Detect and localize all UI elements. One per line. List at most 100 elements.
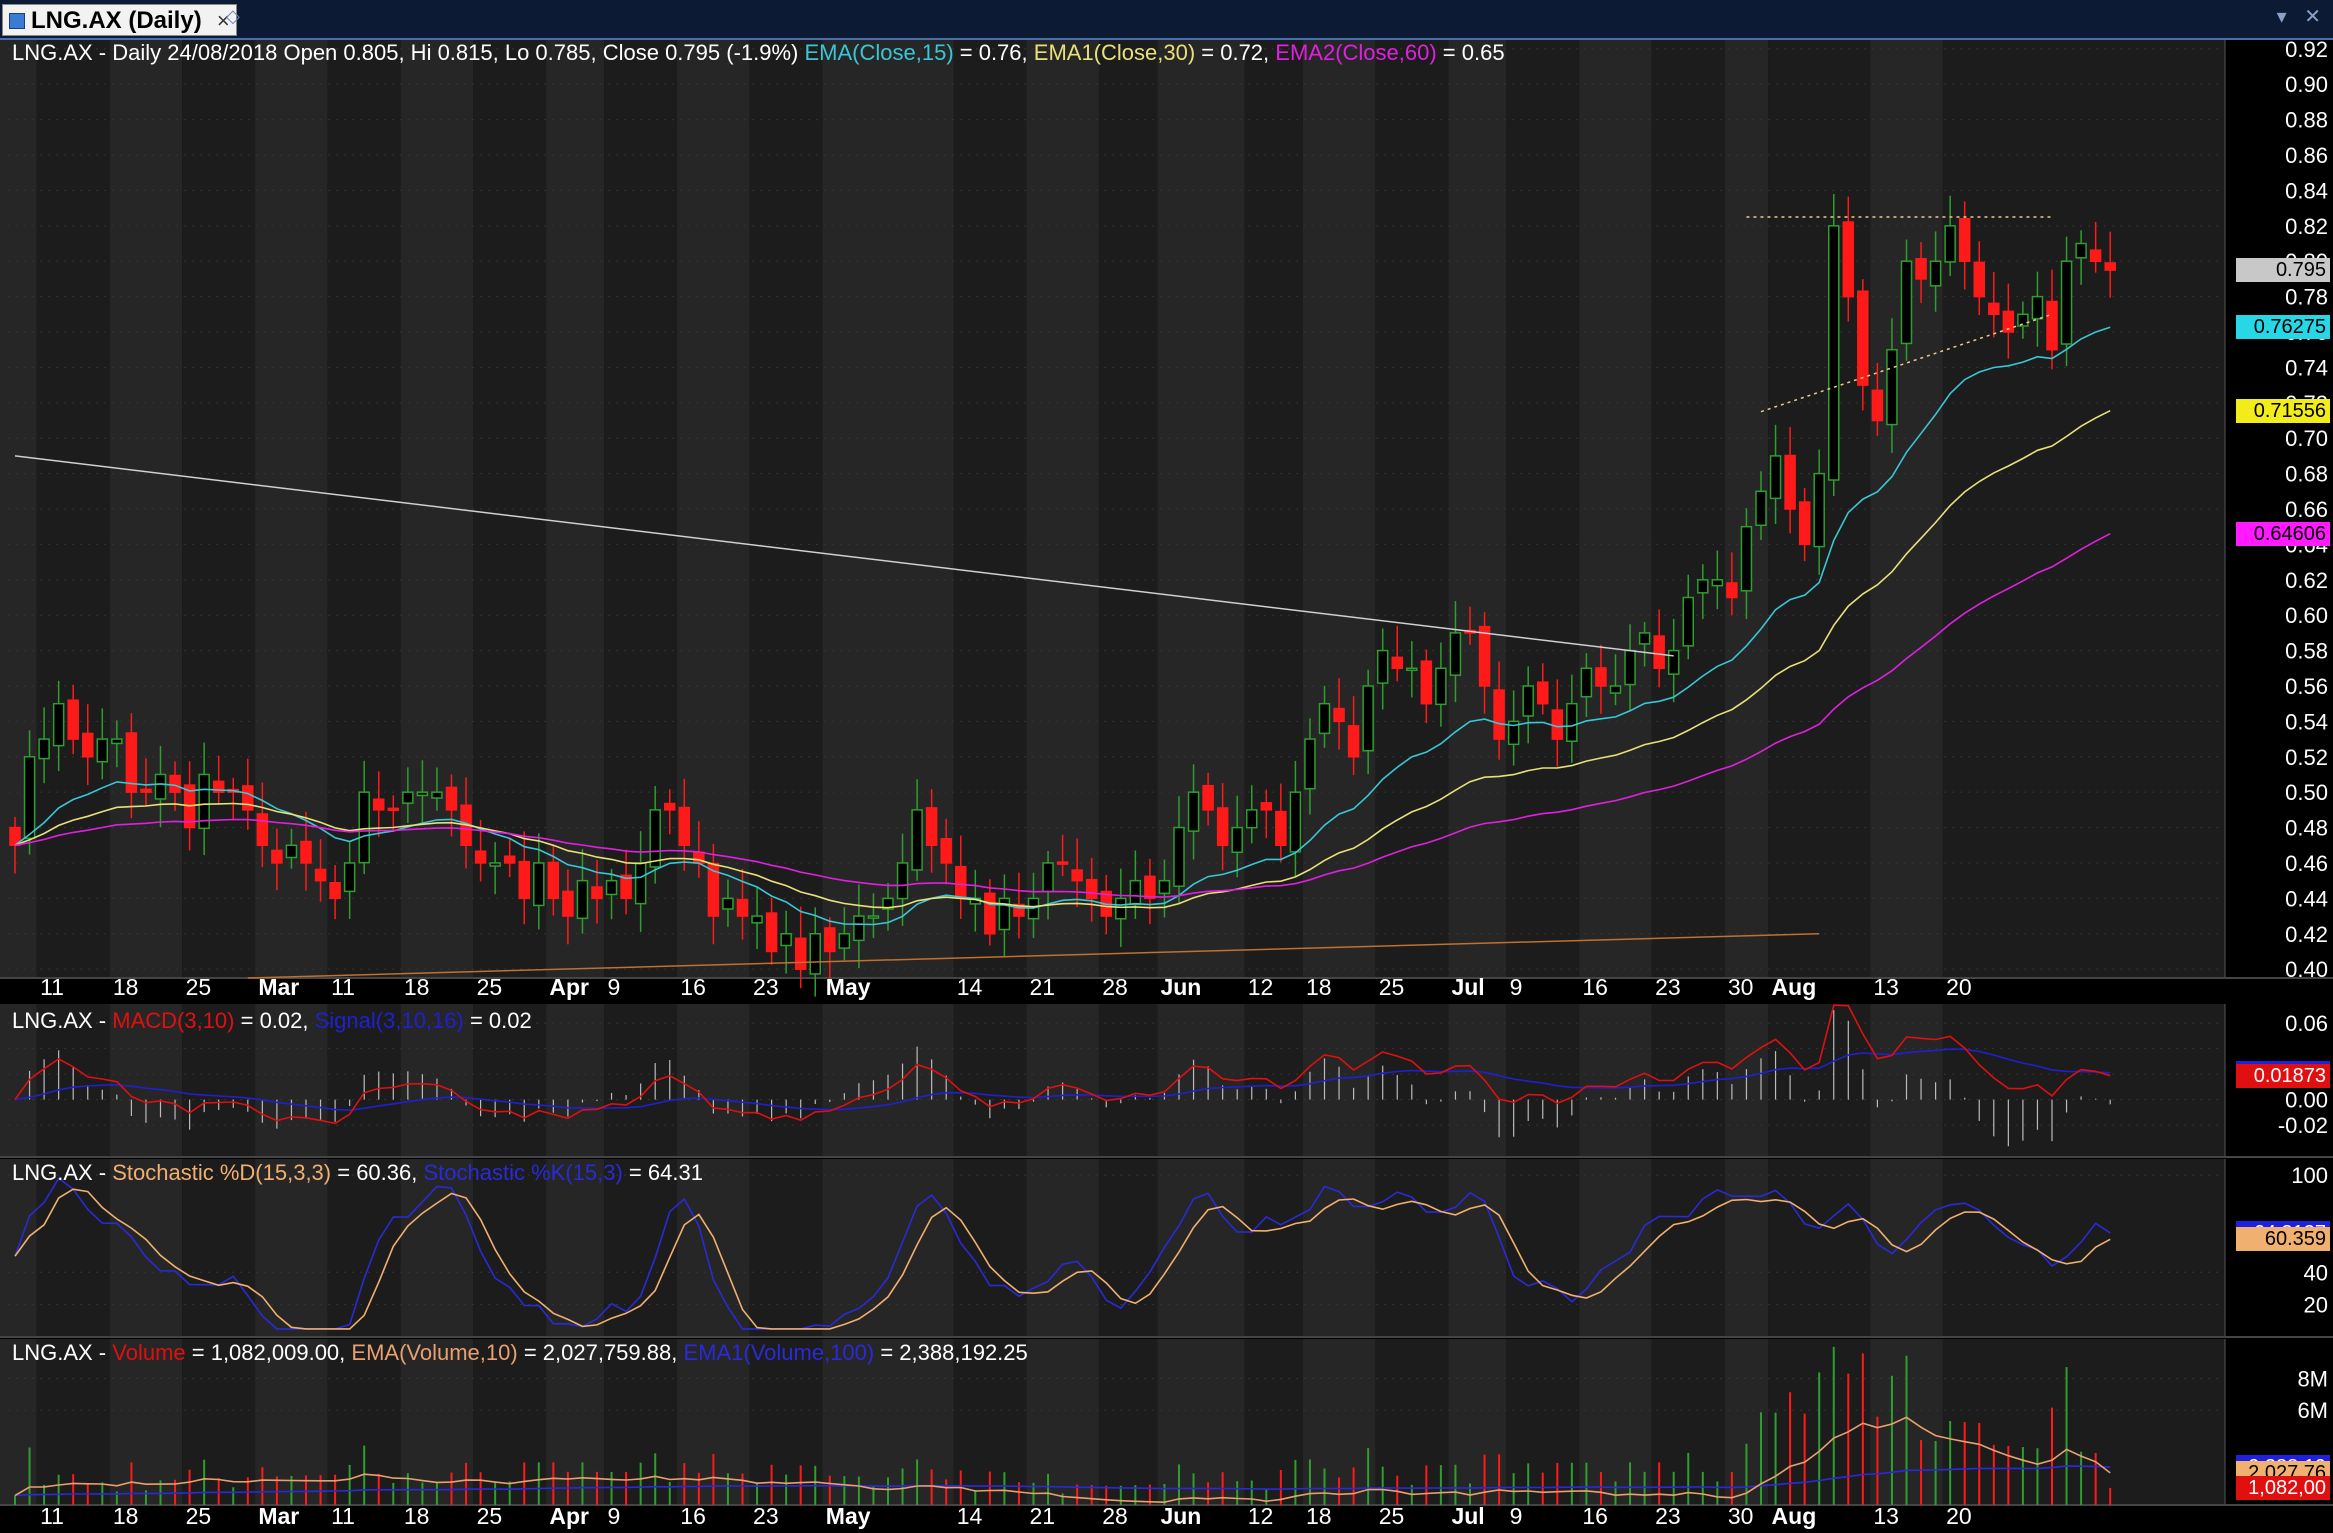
candle-body bbox=[67, 699, 79, 740]
legend-part: Stochastic %D(15,3,3) bbox=[112, 1160, 332, 1185]
candle-body bbox=[984, 892, 996, 935]
price-tick-label: 0.66 bbox=[2285, 497, 2328, 522]
date-tick-label: 18 bbox=[404, 1503, 430, 1529]
candle-body bbox=[1231, 826, 1243, 854]
tab-label: LNG.AX (Daily) bbox=[31, 7, 202, 34]
candle-body bbox=[489, 862, 501, 867]
chart-tab[interactable]: LNG.AX (Daily) × bbox=[2, 4, 237, 36]
candle-body bbox=[343, 862, 356, 893]
candle-body bbox=[794, 937, 807, 970]
candle-body bbox=[1391, 656, 1403, 670]
candle-body bbox=[1158, 879, 1171, 895]
candle-body bbox=[1595, 667, 1607, 687]
candle-body bbox=[1318, 702, 1331, 735]
candle-body bbox=[1406, 667, 1418, 672]
week-band bbox=[749, 1004, 823, 1157]
week-band bbox=[1768, 1159, 1871, 1337]
week-band bbox=[1026, 1339, 1099, 1505]
candle-body bbox=[1915, 258, 1927, 280]
date-tick-label: 13 bbox=[1873, 974, 1899, 1000]
candle-body bbox=[1376, 649, 1389, 684]
price-legend: LNG.AX - Daily 24/08/2018 Open 0.805, Hi… bbox=[12, 40, 1505, 66]
candle-body bbox=[300, 840, 312, 864]
week-band bbox=[1098, 1004, 1158, 1157]
axis-value-tag: 0.71556 bbox=[2236, 398, 2330, 423]
window-controls-icon[interactable]: ▾ ✕ bbox=[2277, 4, 2327, 29]
price-tick-label: 0.44 bbox=[2285, 886, 2328, 911]
volume-tick-label: 8M bbox=[2297, 1367, 2328, 1392]
chart-area[interactable]: 0.40 0.42 0.44 0.46 0.48 0.50 0.52 0.54 0.56 0.58… bbox=[0, 40, 2333, 1533]
candle-body bbox=[547, 861, 560, 900]
legend-part: = 2,388,192.25 bbox=[874, 1340, 1028, 1365]
date-tick-label: May bbox=[826, 974, 871, 1000]
date-tick-label: 25 bbox=[477, 974, 503, 1000]
stoch-tick-label: 40 bbox=[2304, 1260, 2328, 1285]
week-band bbox=[1244, 1339, 1303, 1505]
price-tick-label: 0.52 bbox=[2285, 745, 2328, 770]
date-tick-label: 18 bbox=[113, 1503, 139, 1529]
date-tick-label: 23 bbox=[753, 974, 779, 1000]
candle-body bbox=[1929, 260, 1942, 287]
legend-part: LNG.AX - bbox=[12, 1008, 113, 1033]
candle-body bbox=[1653, 635, 1665, 670]
candle-body bbox=[1755, 490, 1767, 527]
candle-body bbox=[1085, 878, 1098, 900]
date-tick-label: 18 bbox=[113, 974, 139, 1000]
candle-body bbox=[1522, 685, 1534, 717]
date-tick-label: Apr bbox=[549, 974, 589, 1000]
candle-body bbox=[649, 809, 661, 868]
candle-body bbox=[82, 732, 94, 758]
date-tick-label: 12 bbox=[1248, 1503, 1274, 1529]
week-band bbox=[1448, 1159, 1507, 1337]
legend-part: = 64.31 bbox=[622, 1160, 703, 1185]
date-tick-label: 12 bbox=[1248, 974, 1274, 1000]
volume-tick-label: 6M bbox=[2297, 1398, 2328, 1423]
legend-part: EMA2(Close,60) bbox=[1275, 40, 1437, 65]
week-band bbox=[1768, 1004, 1871, 1157]
candle-body bbox=[1537, 681, 1549, 705]
candle-body bbox=[1886, 348, 1898, 426]
price-tick-label: 0.62 bbox=[2285, 568, 2328, 593]
candle-body bbox=[314, 868, 327, 882]
week-band bbox=[546, 1004, 605, 1157]
candle-body bbox=[765, 912, 778, 953]
axis-value-tag: 0.64606 bbox=[2236, 521, 2330, 546]
price-tick-label: 0.88 bbox=[2285, 108, 2328, 133]
price-tick-label: 0.70 bbox=[2285, 426, 2328, 451]
candle-body bbox=[678, 806, 691, 847]
candle-body bbox=[416, 791, 429, 797]
date-tick-label: Jul bbox=[1451, 974, 1484, 1000]
candle-body bbox=[2046, 300, 2058, 351]
candle-body bbox=[1638, 632, 1651, 645]
macd-tick-label: -0.02 bbox=[2278, 1113, 2328, 1138]
candle-body bbox=[533, 862, 545, 907]
candle-body bbox=[474, 850, 487, 864]
legend-part: MACD(3,10) bbox=[112, 1008, 235, 1033]
candle-body bbox=[1187, 791, 1200, 832]
legend-part: = 0.02, bbox=[234, 1008, 315, 1033]
date-tick-label: 16 bbox=[680, 1503, 706, 1529]
date-tick-label: 16 bbox=[1582, 974, 1608, 1000]
candle-body bbox=[431, 791, 443, 799]
candle-body bbox=[1857, 290, 1869, 386]
candle-body bbox=[1144, 875, 1156, 900]
price-tick-label: 0.56 bbox=[2285, 674, 2328, 699]
stochastic-legend: LNG.AX - Stochastic %D(15,3,3) = 60.36, … bbox=[12, 1160, 703, 1186]
pin-icon[interactable]: ◇ bbox=[226, 6, 240, 27]
candle-body bbox=[1697, 579, 1709, 594]
candle-body bbox=[1202, 784, 1214, 811]
legend-part: = 0.72, bbox=[1195, 40, 1276, 65]
date-tick-label: 18 bbox=[404, 974, 430, 1000]
week-band bbox=[1026, 1004, 1099, 1157]
date-tick-label: 23 bbox=[753, 1503, 779, 1529]
candle-body bbox=[96, 738, 109, 763]
candle-body bbox=[1260, 802, 1273, 811]
week-band bbox=[1579, 1339, 1652, 1505]
date-tick-label: 16 bbox=[1582, 1503, 1608, 1529]
week-band bbox=[953, 1004, 1027, 1157]
candle-body bbox=[809, 933, 821, 975]
date-tick-label: Aug bbox=[1772, 974, 1817, 1000]
candle-body bbox=[373, 798, 385, 811]
candle-body bbox=[358, 791, 370, 864]
week-band bbox=[1942, 1004, 2225, 1157]
